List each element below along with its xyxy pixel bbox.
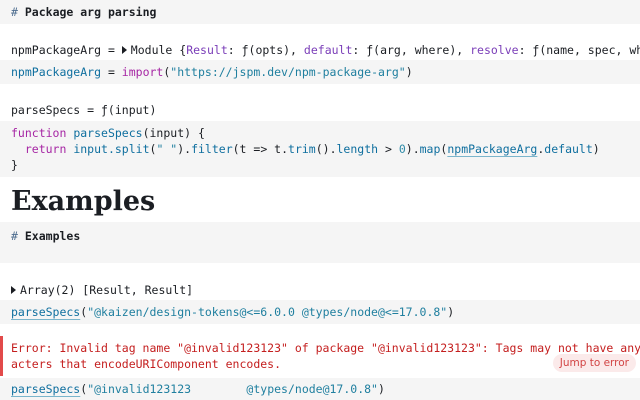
error-message-line1: Error: Invalid tag name "@invalid123123"… xyxy=(11,341,640,355)
heading-hash: # xyxy=(11,229,18,243)
output-npm-package-arg: npmPackageArg = Module {Result: ƒ(opts),… xyxy=(0,40,640,60)
code-default: default xyxy=(544,142,593,156)
code-paren-close: ) xyxy=(447,305,455,319)
markdown-cell-examples[interactable]: # Examples xyxy=(0,222,640,263)
code-split: split xyxy=(114,142,150,156)
error-output: Error: Invalid tag name "@invalid123123"… xyxy=(0,336,640,376)
code-eq: = xyxy=(101,65,122,79)
module-key-result: Result xyxy=(186,43,228,57)
code-cell-parse-specs[interactable]: function parseSpecs(input) { return inpu… xyxy=(0,121,640,177)
code-zero: 0 xyxy=(398,142,406,156)
return-keyword: return xyxy=(24,142,67,156)
code-p3: (). xyxy=(315,142,337,156)
code-p4: ). xyxy=(405,142,420,156)
section-heading-examples: Examples xyxy=(11,186,156,217)
code-filter: filter xyxy=(191,142,233,156)
code-cell-parse-specs-error-call[interactable]: parseSpecs("@invalid123123 @types/node@1… xyxy=(0,378,640,400)
output-parse-specs: parseSpecs = ƒ(input) xyxy=(0,100,640,120)
code-paren-close: ) xyxy=(377,382,385,396)
code-cell-parse-specs-call[interactable]: parseSpecs("@kaizen/design-tokens@<=6.0.… xyxy=(0,300,640,324)
code-trim: trim xyxy=(288,142,316,156)
code-arg-string: "@kaizen/design-tokens@<=6.0.0 @types/no… xyxy=(87,305,448,319)
expand-triangle-icon[interactable] xyxy=(121,46,127,54)
code-arg-string: "@invalid123123 @types/node@17.0.8" xyxy=(87,382,378,396)
code-var-name: npmPackageArg xyxy=(11,65,102,79)
cell-title: Examples xyxy=(24,229,81,243)
code-p2: ). xyxy=(177,142,192,156)
output-parse-specs-text: parseSpecs = ƒ(input) xyxy=(11,103,157,117)
parse-specs-link[interactable]: parseSpecs xyxy=(11,382,80,396)
code-arrow: (t => t. xyxy=(232,142,289,156)
code-space-string: " " xyxy=(156,142,178,156)
parse-specs-link[interactable]: parseSpecs xyxy=(11,305,80,319)
import-keyword: import xyxy=(121,65,164,79)
module-key-default: default xyxy=(303,43,353,57)
function-keyword: function xyxy=(11,126,67,140)
output-array: Array(2) [Result, Result] xyxy=(0,280,640,300)
code-close-brace: } xyxy=(11,158,18,172)
code-map: map xyxy=(419,142,441,156)
expand-triangle-icon[interactable] xyxy=(11,286,16,294)
output-var-name: npmPackageArg xyxy=(11,43,102,57)
code-input: input. xyxy=(66,142,115,156)
array-output-text[interactable]: Array(2) [Result, Result] xyxy=(20,283,193,297)
markdown-cell-package-arg-parsing[interactable]: # Package arg parsing xyxy=(0,0,640,24)
code-length: length xyxy=(336,142,379,156)
module-val-result: : ƒ(opts), xyxy=(227,43,304,57)
jump-to-error-button[interactable]: Jump to error xyxy=(552,354,636,372)
heading-hash: # xyxy=(11,5,18,19)
function-params: (input) { xyxy=(142,126,205,140)
module-key-resolve: resolve xyxy=(470,43,519,57)
output-eq: = xyxy=(101,43,122,57)
code-npm-package-arg-link[interactable]: npmPackageArg xyxy=(447,142,537,156)
code-p6: ) xyxy=(592,142,600,156)
code-paren-close: ) xyxy=(405,65,413,79)
error-message-line2: acters that encodeURIComponent encodes. xyxy=(11,357,282,371)
module-val-default: : ƒ(arg, where), xyxy=(352,43,471,57)
code-cell-import[interactable]: npmPackageArg = import("https://jspm.dev… xyxy=(0,60,640,84)
code-gt: > xyxy=(378,142,399,156)
import-url: "https://jspm.dev/npm-package-arg" xyxy=(170,65,406,79)
module-val-resolve: : ƒ(name, spec, where, xyxy=(518,43,640,57)
function-name: parseSpecs xyxy=(73,126,143,140)
cell-title: Package arg parsing xyxy=(24,5,157,19)
module-brace: { xyxy=(172,43,187,57)
module-label[interactable]: Module xyxy=(131,43,173,57)
